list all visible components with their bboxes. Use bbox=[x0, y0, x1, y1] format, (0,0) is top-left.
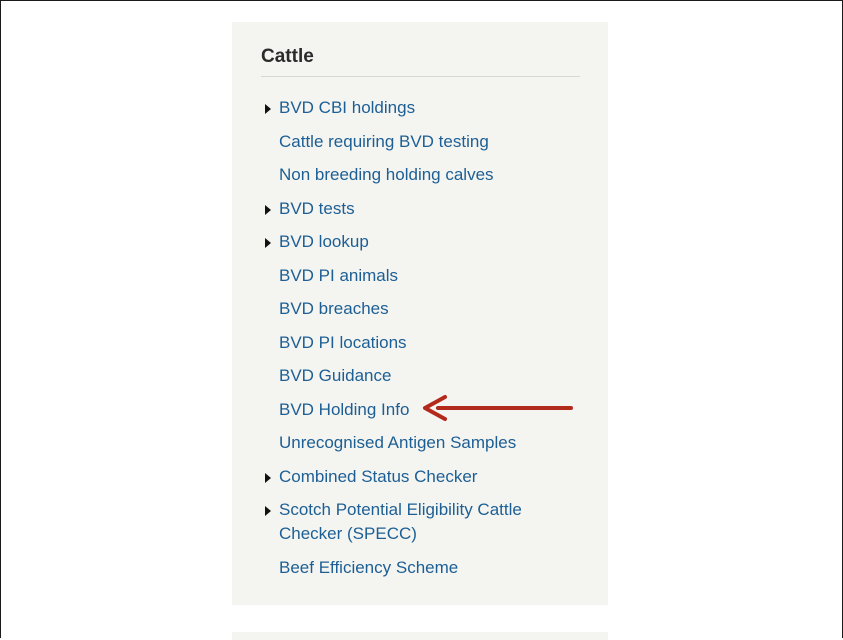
nav-link-bvd-holding-info[interactable]: BVD Holding Info bbox=[279, 400, 409, 419]
nav-item-bvd-guidance: BVD Guidance bbox=[232, 364, 608, 388]
nav-link-unrecognised-antigen-samples[interactable]: Unrecognised Antigen Samples bbox=[279, 433, 516, 452]
nav-item-specc: Scotch Potential Eligibility Cattle Chec… bbox=[232, 498, 608, 546]
nav-link-bvd-cbi-holdings[interactable]: BVD CBI holdings bbox=[279, 98, 415, 117]
expand-caret-icon[interactable] bbox=[265, 238, 271, 248]
panel-title: Cattle bbox=[261, 46, 314, 67]
nav-link-non-breeding-holding-calves[interactable]: Non breeding holding calves bbox=[279, 165, 494, 184]
nav-item-bvd-tests: BVD tests bbox=[232, 197, 608, 221]
nav-link-bvd-tests[interactable]: BVD tests bbox=[279, 199, 355, 218]
nav-item-non-breeding-holding-calves: Non breeding holding calves bbox=[232, 163, 608, 187]
nav-item-bvd-cbi-holdings: BVD CBI holdings bbox=[232, 96, 608, 120]
nav-item-bvd-breaches: BVD breaches bbox=[232, 297, 608, 321]
nav-item-bvd-pi-animals: BVD PI animals bbox=[232, 264, 608, 288]
nav-item-cattle-requiring-bvd-testing: Cattle requiring BVD testing bbox=[232, 130, 608, 154]
nav-list: BVD CBI holdings Cattle requiring BVD te… bbox=[232, 96, 608, 589]
nav-item-bvd-lookup: BVD lookup bbox=[232, 230, 608, 254]
expand-caret-icon[interactable] bbox=[265, 506, 271, 516]
nav-link-cattle-requiring-bvd-testing[interactable]: Cattle requiring BVD testing bbox=[279, 132, 489, 151]
expand-caret-icon[interactable] bbox=[265, 204, 271, 215]
nav-link-bvd-guidance[interactable]: BVD Guidance bbox=[279, 366, 391, 385]
arrow-left-icon bbox=[423, 395, 573, 421]
expand-caret-icon[interactable] bbox=[265, 472, 271, 483]
nav-link-bvd-breaches[interactable]: BVD breaches bbox=[279, 299, 389, 318]
cattle-nav-panel: Cattle BVD CBI holdings Cattle requiring… bbox=[232, 22, 608, 605]
nav-item-unrecognised-antigen-samples: Unrecognised Antigen Samples bbox=[232, 431, 608, 455]
nav-link-bvd-lookup[interactable]: BVD lookup bbox=[279, 232, 369, 251]
nav-link-bvd-pi-animals[interactable]: BVD PI animals bbox=[279, 266, 398, 285]
nav-item-bvd-pi-locations: BVD PI locations bbox=[232, 331, 608, 355]
screenshot-frame: Cattle BVD CBI holdings Cattle requiring… bbox=[0, 0, 843, 640]
nav-link-beef-efficiency-scheme[interactable]: Beef Efficiency Scheme bbox=[279, 558, 458, 577]
title-divider bbox=[261, 76, 580, 77]
nav-link-bvd-pi-locations[interactable]: BVD PI locations bbox=[279, 333, 407, 352]
expand-caret-icon[interactable] bbox=[265, 104, 271, 114]
nav-link-combined-status-checker[interactable]: Combined Status Checker bbox=[279, 467, 477, 486]
nav-link-specc[interactable]: Scotch Potential Eligibility Cattle Chec… bbox=[279, 500, 522, 543]
nav-item-combined-status-checker: Combined Status Checker bbox=[232, 465, 608, 489]
nav-item-beef-efficiency-scheme: Beef Efficiency Scheme bbox=[232, 556, 608, 580]
